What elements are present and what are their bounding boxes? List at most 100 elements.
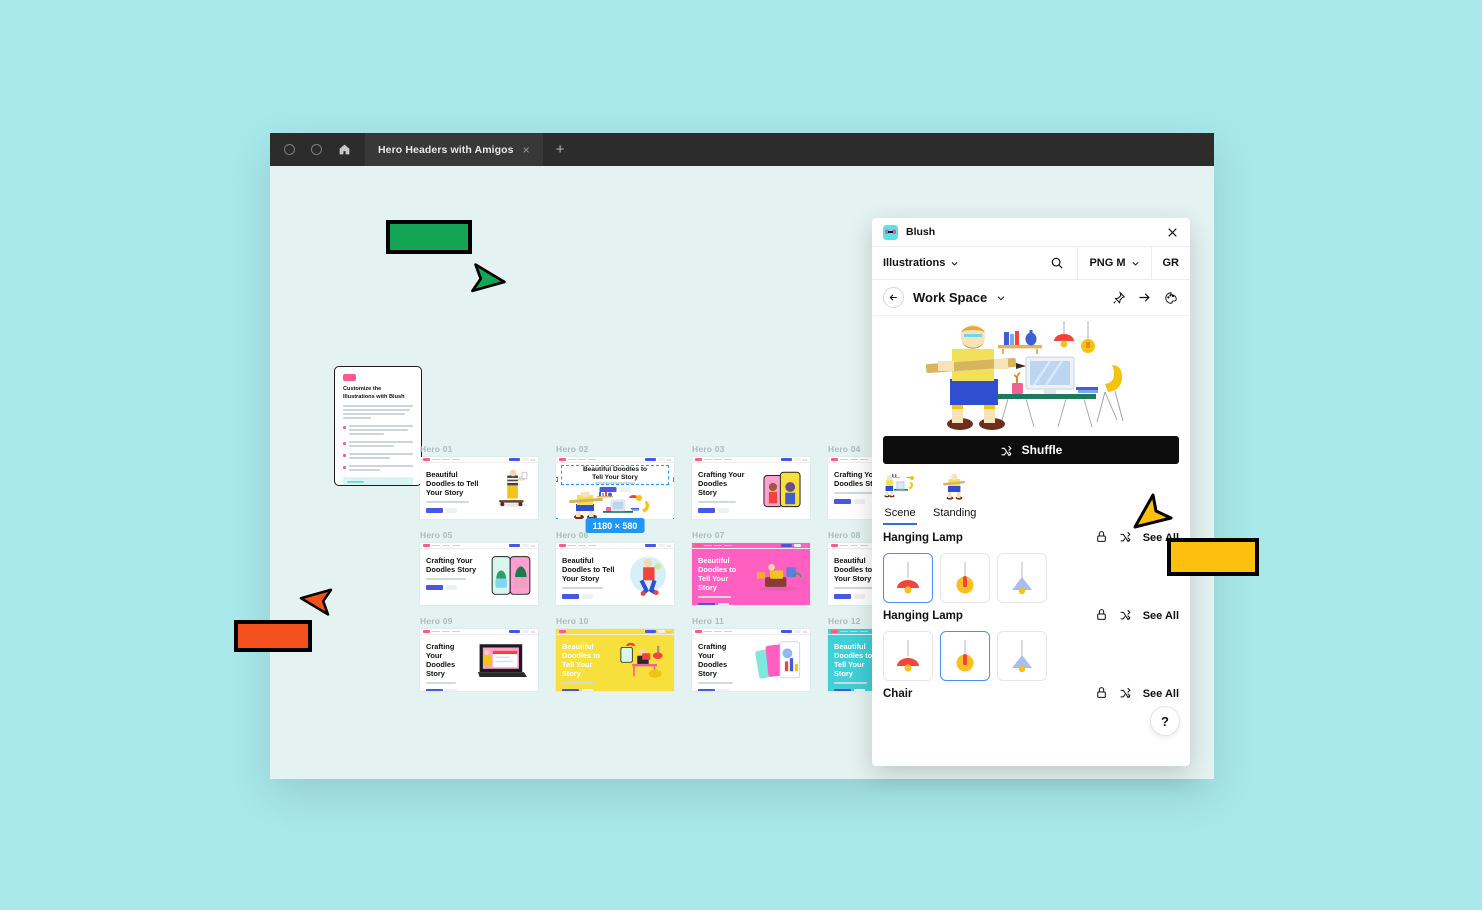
circle-forward-icon[interactable] (311, 144, 322, 155)
hero-frame[interactable]: Hero 03 ••• Crafting Your Doodles Story (692, 444, 810, 519)
layer-options (883, 553, 1179, 603)
group-label: GR (1162, 257, 1180, 269)
hero-frame-thumbnail[interactable]: •••Crafting Your Doodles Story (692, 629, 810, 691)
variant-tab-label: Scene (884, 507, 916, 519)
layer-section-header: Chair See All (883, 681, 1179, 707)
illustration-preview[interactable] (872, 316, 1190, 436)
instructions-heading: Customize the Illustrations with Blush (343, 386, 405, 400)
hero-frame[interactable]: Hero 11 ••• Crafting Your Doodles Story (692, 616, 810, 691)
layer-section-header: Hanging Lamp See All (883, 603, 1179, 629)
see-all-link[interactable]: See All (1143, 610, 1179, 622)
hero-copy: Beautiful Doodles to Tell Your Story (556, 549, 622, 605)
close-icon[interactable]: × (523, 144, 530, 156)
hero-frame-thumbnail[interactable]: •••Beautiful Doodles to Tell Your Story (556, 629, 674, 691)
hero-frame-thumbnail[interactable]: ••• Beautiful Doodles to Tell Your Story (556, 457, 674, 519)
variant-tab-scene[interactable]: Scene (883, 474, 917, 525)
hero-frame-thumbnail[interactable]: •••Beautiful Doodles to Tell Your Story (692, 543, 810, 605)
hero-frame[interactable]: Hero 07 ••• Beautiful Doodles to Tell Your… (692, 530, 810, 605)
variant-thumbnail (883, 474, 917, 503)
help-button[interactable]: ? (1150, 706, 1180, 736)
circle-back-icon[interactable] (284, 144, 295, 155)
search-icon (1052, 257, 1064, 269)
hero-illustration (488, 463, 538, 519)
hero-illustration (484, 549, 538, 605)
category-dropdown[interactable]: Illustrations (872, 247, 1037, 279)
list-item (343, 441, 413, 449)
lamp-bulb-yellow-icon[interactable] (940, 631, 990, 681)
instructions-card[interactable]: Customize the Illustrations with Blush I… (334, 366, 422, 486)
hero-frame[interactable]: Hero 09 ••• Crafting Your Doodles Story (420, 616, 538, 691)
lamp-bulb-yellow-icon[interactable] (940, 553, 990, 603)
hero-row: Hero 05 ••• Crafting Your Doodles Story Her… (420, 530, 946, 605)
lock-icon[interactable] (1095, 686, 1108, 702)
see-all-link[interactable]: See All (1143, 688, 1179, 700)
shuffle-icon (1001, 445, 1012, 456)
orange-pointer-cursor (299, 582, 339, 618)
plugin-toolbar: Illustrations PNG M GR (872, 247, 1190, 280)
hero-row: Hero 09 ••• Crafting Your Doodles Story Her… (420, 616, 946, 691)
shuffle-icon[interactable] (1119, 686, 1132, 702)
hero-frame-label: Hero 05 (420, 530, 453, 540)
hero-frame[interactable]: Hero 05 ••• Crafting Your Doodles Story (420, 530, 538, 605)
chevron-down-icon (951, 261, 958, 266)
hero-frame-thumbnail[interactable]: •••Crafting Your Doodles Story (420, 629, 538, 691)
hero-frame[interactable]: Hero 01 ••• Beautiful Doodles to Tell Your… (420, 444, 538, 519)
lamp-cone-blue-icon[interactable] (997, 553, 1047, 603)
hero-frame[interactable]: Hero 06 ••• Beautiful Doodles to Tell Your… (556, 530, 674, 605)
hero-illustration (750, 635, 810, 691)
shuffle-icon[interactable] (1119, 530, 1132, 546)
hero-copy: Beautiful Doodles to Tell Your Story (556, 635, 612, 691)
orange-highlight-rect (234, 620, 312, 652)
lock-icon[interactable] (1095, 608, 1108, 624)
browser-tab[interactable]: Hero Headers with Amigos × (365, 133, 543, 166)
yellow-highlight-rect (1167, 538, 1259, 576)
plugin-title: Blush (906, 226, 936, 238)
green-highlight-rect (386, 220, 472, 254)
lamp-dome-red-icon[interactable] (883, 553, 933, 603)
hero-copy: Crafting Your Doodles Story (420, 635, 472, 691)
hero-copy: Crafting Your Doodles Story (692, 635, 750, 691)
hero-illustration (472, 635, 538, 691)
hero-frame-label: Hero 03 (692, 444, 725, 454)
format-dropdown[interactable]: PNG M (1077, 247, 1150, 279)
hero-frame-thumbnail[interactable]: •••Beautiful Doodles to Tell Your Story (556, 543, 674, 605)
layer-name: Chair (883, 688, 913, 700)
blush-logo-icon (883, 224, 898, 240)
close-icon[interactable] (1166, 226, 1179, 239)
home-icon[interactable] (338, 143, 351, 156)
back-button[interactable] (883, 287, 904, 308)
search-button[interactable] (1037, 247, 1077, 279)
lamp-dome-red-icon[interactable] (883, 631, 933, 681)
collection-title: Work Space (913, 290, 988, 305)
hero-frame-thumbnail[interactable]: •••Crafting Your Doodles Story (692, 457, 810, 519)
group-button[interactable]: GR (1150, 247, 1191, 279)
format-label: PNG M (1089, 257, 1126, 269)
chevron-down-icon[interactable] (996, 293, 1006, 303)
hero-frame[interactable]: Hero 02 ••• Beautiful Doodles to Tell Your … (556, 444, 674, 533)
shuffle-icon[interactable] (1119, 608, 1132, 624)
hero-frame[interactable]: Hero 10 ••• Beautiful Doodles to Tell Your… (556, 616, 674, 691)
shuffle-label: Shuffle (1021, 443, 1063, 457)
variant-tab-standing[interactable]: Standing (933, 473, 977, 525)
lock-icon[interactable] (1095, 530, 1108, 546)
shuffle-button[interactable]: Shuffle (883, 436, 1179, 464)
variant-tab-label: Standing (933, 507, 977, 519)
layer-name: Hanging Lamp (883, 610, 963, 622)
hero-body: Beautiful Doodles to Tell Your Story (556, 635, 674, 691)
pin-icon[interactable] (1110, 289, 1127, 306)
new-tab-button[interactable]: + (543, 133, 578, 166)
plugin-header: Blush (872, 218, 1190, 247)
arrow-right-icon[interactable] (1136, 289, 1153, 306)
hero-body: Beautiful Doodles to Tell Your Story (556, 549, 674, 605)
hero-frames-grid: Hero 01 ••• Beautiful Doodles to Tell Your… (420, 444, 946, 702)
hero-illustration (622, 549, 674, 605)
hero-body: Beautiful Doodles to Tell Your Story (420, 463, 538, 519)
collection-bar: Work Space (872, 280, 1190, 316)
hero-frame-thumbnail[interactable]: •••Beautiful Doodles to Tell Your Story (420, 457, 538, 519)
selection-size-badge: 1180 × 580 (585, 518, 645, 533)
lamp-cone-blue-icon[interactable] (997, 631, 1047, 681)
hero-frame-label: Hero 09 (420, 616, 453, 626)
palette-icon[interactable] (1162, 289, 1179, 306)
hero-frame-thumbnail[interactable]: •••Crafting Your Doodles Story (420, 543, 538, 605)
hero-frame-label: Hero 01 (420, 444, 453, 454)
